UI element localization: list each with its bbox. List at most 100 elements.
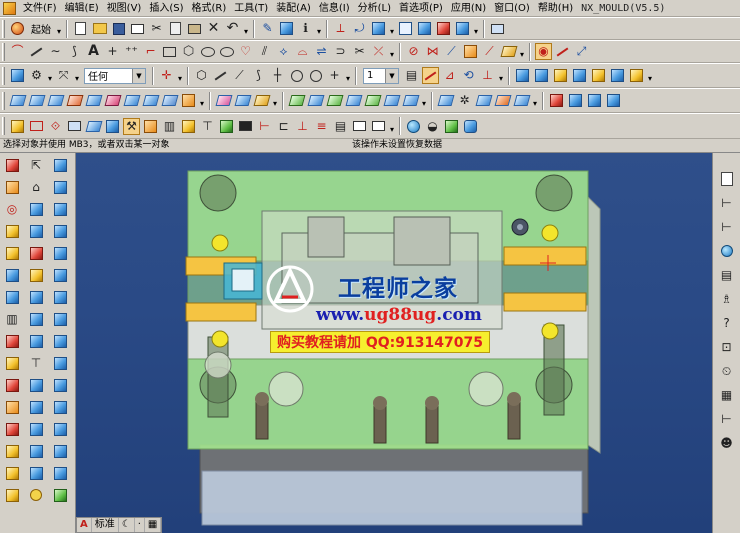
polygon-icon[interactable]: ⬡ [180,43,197,60]
deselect-icon[interactable]: ⤧ [55,67,72,84]
bom-icon[interactable] [351,118,368,135]
pocket-feature-icon[interactable] [2,221,22,241]
mirror-body-icon[interactable] [50,309,70,329]
snap-intersection-icon[interactable]: ⟆ [250,67,267,84]
app-menu-icon[interactable] [3,1,16,15]
pad-icon[interactable] [50,199,70,219]
tube-icon[interactable]: ⌂ [26,177,46,197]
wcs-orient-icon[interactable]: ⊥ [479,67,496,84]
sub-insert-icon[interactable] [218,118,235,135]
curvature-icon[interactable] [494,92,511,109]
shaded-view-icon[interactable] [370,20,387,37]
wrap-geometry-icon[interactable] [50,375,70,395]
curve-icon[interactable]: ⟆ [66,43,83,60]
extract-icon[interactable] [26,441,46,461]
datum-csys-icon[interactable] [50,331,70,351]
toolbar-overflow-icon[interactable]: ▾ [518,43,526,60]
slider-lifter-icon[interactable]: ⊤ [199,118,216,135]
menu-insert[interactable]: 插入(S) [145,1,187,16]
wcs-icon[interactable]: ⟂ [332,20,349,37]
type-filter-select[interactable]: 任何 ▼ [84,67,146,84]
intersect-icon[interactable] [50,243,70,263]
soft-blend-icon[interactable] [26,397,46,417]
mold-layout-icon[interactable] [28,118,45,135]
component-array-icon[interactable] [628,67,645,84]
groove-icon[interactable] [50,221,70,241]
gate-icon[interactable] [237,118,254,135]
mold-csys-icon[interactable] [586,92,603,109]
toolbar-grip[interactable] [2,66,5,85]
wireframe-view-icon[interactable] [397,20,414,37]
undo-icon[interactable]: ↶ [224,20,241,37]
start-dropdown-icon[interactable]: ▾ [55,20,63,37]
i-form-icon[interactable] [326,92,343,109]
replace-face-icon[interactable] [2,463,22,483]
part-navigator-tab[interactable]: ⊢ [718,217,736,237]
project-curve-icon[interactable]: ⟡ [275,43,292,60]
ruled-icon[interactable] [47,92,64,109]
edit-surface-icon[interactable] [288,92,305,109]
roles-tab[interactable]: ☻ [718,433,736,453]
point-icon[interactable]: + [104,43,121,60]
mold-init-icon[interactable] [567,92,584,109]
toolbar-overflow-icon[interactable]: ▾ [176,67,184,84]
rotate-view-icon[interactable]: ⤾ [351,20,368,37]
drawing-icon[interactable] [370,118,387,135]
hole-icon[interactable]: ◎ [2,199,22,219]
change-degree-icon[interactable] [383,92,400,109]
bridge-curve-icon[interactable]: ⌓ [294,43,311,60]
clone-icon[interactable] [443,118,460,135]
snap-center-icon[interactable]: ┼ [269,67,286,84]
sketch-icon[interactable]: ⟋ [481,43,498,60]
toolbar-overflow-icon[interactable]: ▾ [497,67,505,84]
top-view-icon[interactable] [416,20,433,37]
bounded-plane-icon[interactable] [123,92,140,109]
family-mold-icon[interactable]: ⟐ [47,118,64,135]
mold-wizard-icon[interactable] [548,92,565,109]
emboss-icon[interactable] [26,375,46,395]
line-icon[interactable] [28,43,45,60]
mate-component-icon[interactable] [552,67,569,84]
text-icon[interactable]: A [85,43,102,60]
assembly-navigator-tab[interactable] [718,169,736,189]
ellipse-icon-2[interactable] [218,43,235,60]
shell-icon[interactable] [50,265,70,285]
toolbar-overflow-icon[interactable]: ▾ [344,67,352,84]
toolbar-overflow-icon[interactable]: ▾ [472,20,480,37]
post-process-icon[interactable] [180,118,197,135]
pocket-icon[interactable]: ▤ [332,118,349,135]
core-cavity-icon[interactable] [104,118,121,135]
chamfer-icon[interactable] [26,265,46,285]
mirror-curve-icon[interactable]: ⇌ [313,43,330,60]
reposition-icon[interactable] [571,67,588,84]
mold-tools-icon[interactable] [66,118,83,135]
constraint-navigator-tab[interactable]: ⊢ [718,193,736,213]
history-clock-tab[interactable]: ⏲ [718,361,736,381]
toolbar-grip[interactable] [2,42,5,61]
through-curves-icon[interactable] [9,92,26,109]
snap-quadrant-icon[interactable] [288,67,305,84]
wcs-dynamics-icon[interactable] [422,67,439,84]
assembly-nav-icon[interactable] [514,67,531,84]
hd3d-tools-tab[interactable]: ♗ [718,289,736,309]
wcs-rotate-icon[interactable]: ⟲ [460,67,477,84]
standard-part-icon[interactable] [142,118,159,135]
ball-feature-icon[interactable] [50,485,70,505]
style-label[interactable]: 标准 [92,518,119,532]
sew-body-icon[interactable] [50,353,70,373]
boss-icon[interactable] [26,199,46,219]
toolbar-overflow-icon[interactable]: ▾ [271,92,279,109]
moon-icon[interactable]: ☾ [119,518,135,532]
resize-blend-icon[interactable] [26,485,46,505]
process-studio-tab[interactable]: ⊢ [718,409,736,429]
slot-icon[interactable] [26,221,46,241]
toolbar-overflow-icon[interactable]: ▾ [388,118,396,135]
reuse-library-tab[interactable]: ▤ [718,265,736,285]
menu-assembly[interactable]: 装配(A) [272,1,315,16]
menu-information[interactable]: 信息(I) [315,1,354,16]
parting-icon[interactable] [85,118,102,135]
wcs-origin-icon[interactable]: ⊿ [441,67,458,84]
toolbar-overflow-icon[interactable]: ▾ [388,43,396,60]
text-style-icon[interactable]: A [77,518,92,532]
menu-edit[interactable]: 编辑(E) [61,1,103,16]
